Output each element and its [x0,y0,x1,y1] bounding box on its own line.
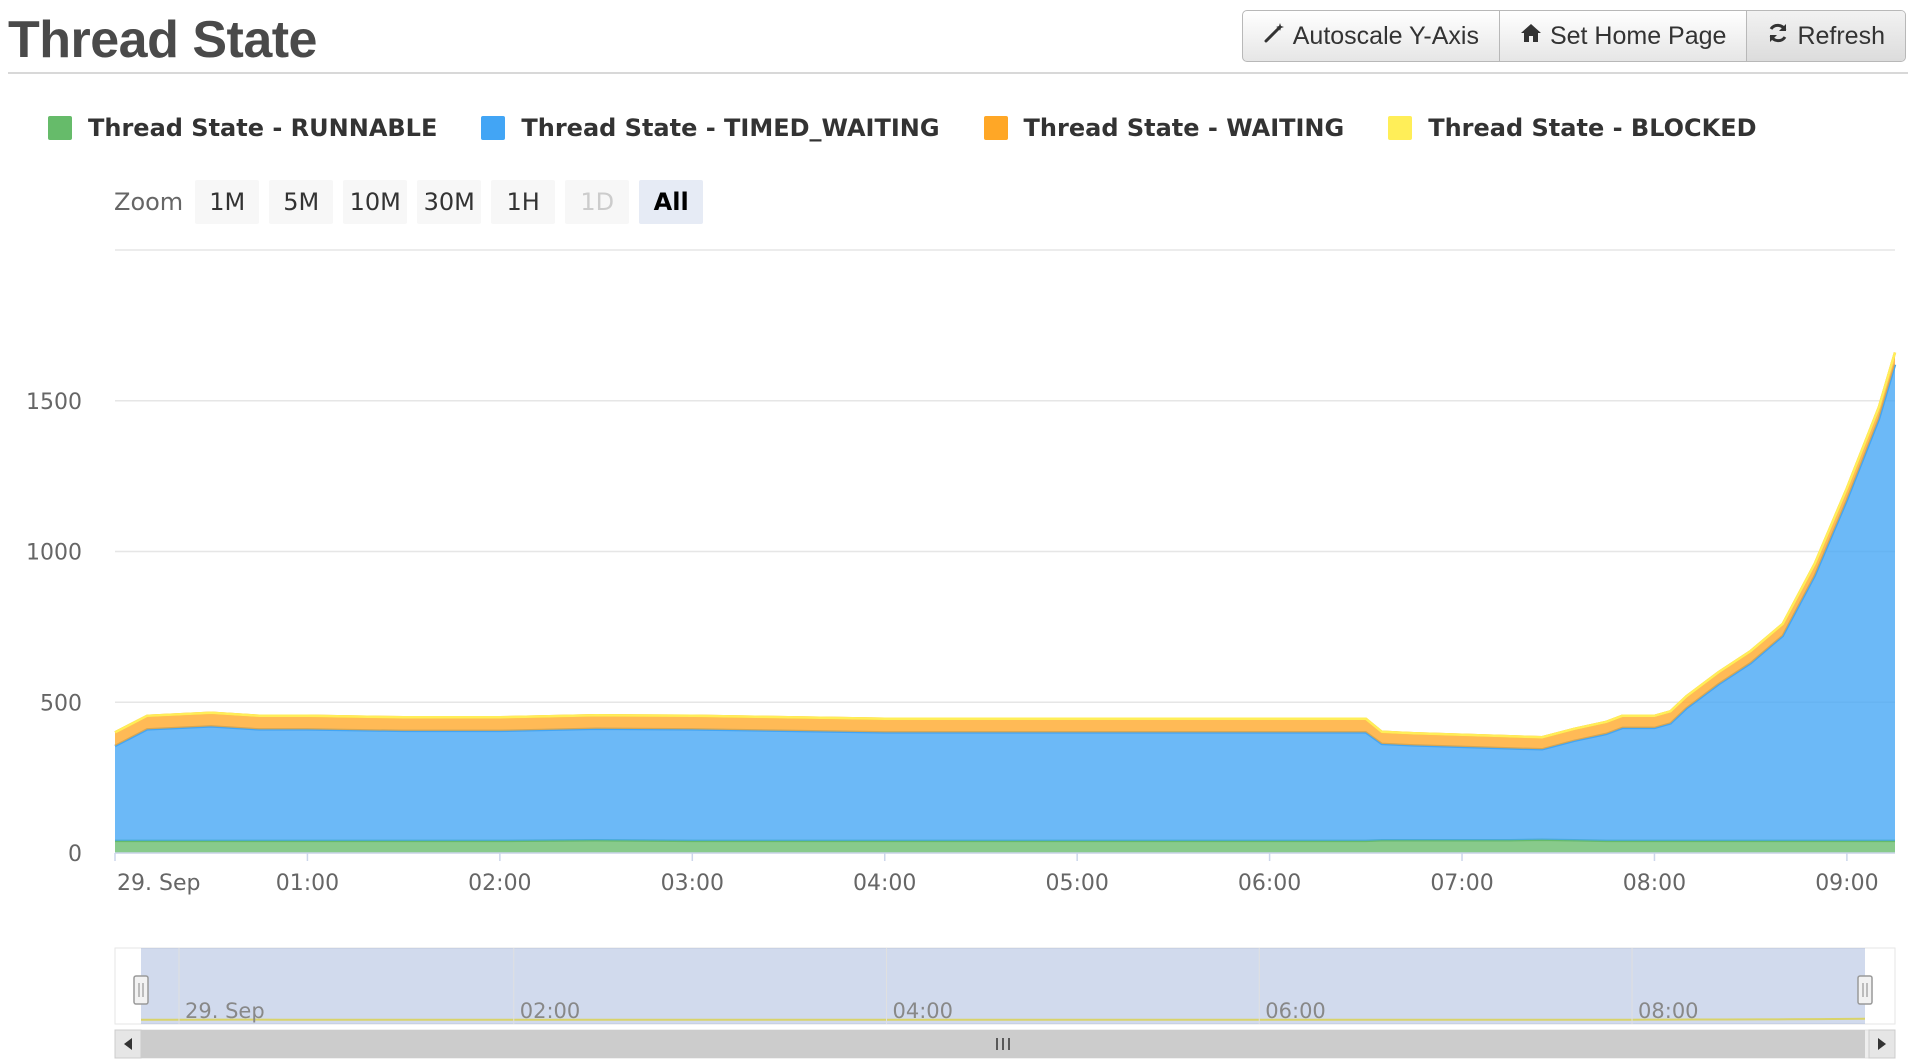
series-line-1 [114,364,1897,751]
x-tick-label: 02:00 [468,871,531,896]
series-line-3 [114,352,1897,739]
navigator-series [141,1017,1866,1021]
navigator-tick-label: 29. Sep [185,999,265,1023]
thread-state-chart: 0 500 1000 1500 29. Sep 01:00 02:00 03:00 04:00 0… [26,249,1897,1059]
x-tick-label: 07:00 [1430,871,1493,896]
x-tick-label: 06:00 [1238,871,1301,896]
navigator-right-handle[interactable] [1857,975,1873,1005]
y-tick-label: 1500 [26,390,82,415]
navigator-tick-label: 06:00 [1265,999,1326,1023]
x-tick-label: 09:00 [1815,871,1878,896]
x-tick-label: 08:00 [1623,871,1686,896]
thread-state-panel: Thread State Autoscale Y-Axis Set Home P… [0,0,1916,1062]
y-tick-label: 500 [40,691,82,716]
navigator-left-handle[interactable] [133,975,149,1005]
y-tick-label: 0 [68,842,82,867]
y-tick-label: 1000 [26,541,82,566]
navigator-tick-label: 02:00 [520,999,581,1023]
navigator-selection[interactable] [141,948,1865,1024]
area-series-1 [115,364,1895,841]
navigator-tick-label: 08:00 [1638,999,1699,1023]
x-tick-label: 01:00 [276,871,339,896]
x-tick-label: 29. Sep [117,871,200,896]
x-tick-label: 03:00 [661,871,724,896]
x-tick-label: 05:00 [1045,871,1108,896]
series-line-2 [114,352,1897,739]
area-series-3 [115,352,1895,738]
navigator-tick-label: 04:00 [893,999,954,1023]
x-tick-label: 04:00 [853,871,916,896]
